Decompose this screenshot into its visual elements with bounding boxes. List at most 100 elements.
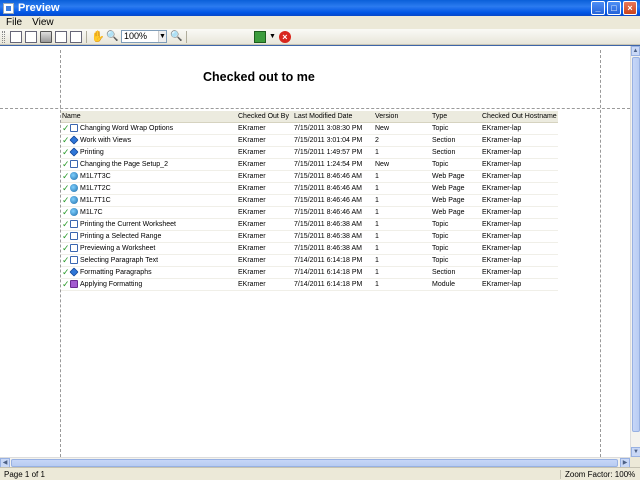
table-cell: EKramer xyxy=(237,134,293,147)
table-cell: EKramer-lap xyxy=(481,218,558,231)
zoom-factor: Zoom Factor: 100% xyxy=(560,469,635,479)
title-bar[interactable]: Preview _ □ × xyxy=(0,0,640,16)
table-cell: EKramer-lap xyxy=(481,230,558,243)
zoom-in-icon[interactable]: 🔍 xyxy=(170,31,182,43)
checkmark-icon: ✓ xyxy=(62,170,70,181)
item-name: Changing the Page Setup_2 xyxy=(80,160,168,168)
column-header: Checked Out Hostname xyxy=(481,111,558,123)
checkmark-icon: ✓ xyxy=(62,182,70,193)
horizontal-scroll-thumb[interactable] xyxy=(11,459,618,467)
table-cell: EKramer-lap xyxy=(481,278,558,291)
report-table: Name Checked Out By Last Modified Date V… xyxy=(61,111,558,291)
checkmark-icon: ✓ xyxy=(62,194,70,205)
table-cell: Web Page xyxy=(431,170,481,183)
table-cell: 7/14/2011 6:14:18 PM xyxy=(293,254,374,267)
topic-icon xyxy=(70,232,78,240)
table-cell: EKramer xyxy=(237,122,293,135)
table-cell: 7/15/2011 8:46:46 AM xyxy=(293,194,374,207)
table-cell: Topic xyxy=(431,158,481,171)
vertical-scrollbar[interactable]: ▲ ▼ xyxy=(630,46,640,457)
table-cell: EKramer-lap xyxy=(481,122,558,135)
zoom-select[interactable]: 100% ▼ xyxy=(121,30,167,43)
section-icon xyxy=(69,135,79,145)
checkmark-icon: ✓ xyxy=(62,278,70,289)
item-name: Printing a Selected Range xyxy=(80,232,162,240)
page-icon[interactable] xyxy=(55,30,67,43)
topic-icon xyxy=(70,244,78,252)
item-name: Applying Formatting xyxy=(80,280,143,288)
table-cell: New xyxy=(374,122,431,135)
toolbar-grip[interactable] xyxy=(2,30,5,43)
table-row[interactable]: ✓ Formatting Paragraphs EKramer 7/14/2011 6… xyxy=(61,266,558,279)
minimize-button[interactable]: _ xyxy=(591,1,605,15)
maximize-button[interactable]: □ xyxy=(607,1,621,15)
scroll-down-icon[interactable]: ▼ xyxy=(631,447,640,457)
table-cell: 1 xyxy=(374,218,431,231)
topic-icon xyxy=(70,160,78,168)
table-cell: EKramer-lap xyxy=(481,134,558,147)
close-preview-icon[interactable]: × xyxy=(278,30,291,43)
print-icon[interactable] xyxy=(40,30,52,43)
chevron-down-icon[interactable]: ▼ xyxy=(158,31,166,42)
table-row[interactable]: ✓ Selecting Paragraph Text EKramer 7/14/201… xyxy=(61,254,558,267)
checkmark-icon: ✓ xyxy=(62,134,70,145)
table-row[interactable]: ✓ Printing the Current Worksheet EKramer 7/… xyxy=(61,218,558,231)
table-row[interactable]: ✓ Work with Views EKramer 7/15/2011 3:01:04… xyxy=(61,134,558,147)
export-icon[interactable] xyxy=(254,30,266,43)
menu-view[interactable]: View xyxy=(32,17,54,28)
page-setup-icon[interactable] xyxy=(10,30,22,43)
table-row[interactable]: ✓ Changing Word Wrap Options EKramer 7/15/2… xyxy=(61,122,558,135)
table-cell: Topic xyxy=(431,218,481,231)
table-cell: 1 xyxy=(374,230,431,243)
table-cell: EKramer-lap xyxy=(481,194,558,207)
table-cell: EKramer xyxy=(237,242,293,255)
item-name: M1L7T2C xyxy=(80,184,111,192)
multi-page-icon[interactable] xyxy=(70,30,82,43)
item-name: Selecting Paragraph Text xyxy=(80,256,159,264)
table-row[interactable]: ✓ M1L7C EKramer 7/15/2011 8:46:46 AM 1 Web Pa… xyxy=(61,206,558,219)
web-icon xyxy=(70,172,78,180)
table-cell: Topic xyxy=(431,122,481,135)
table-cell: 7/15/2011 8:46:38 AM xyxy=(293,242,374,255)
checkmark-icon: ✓ xyxy=(62,266,70,277)
table-cell: 7/15/2011 3:08:30 PM xyxy=(293,122,374,135)
table-cell: EKramer xyxy=(237,266,293,279)
table-cell: 1 xyxy=(374,242,431,255)
table-row[interactable]: ✓ Printing a Selected Range EKramer 7/15/20… xyxy=(61,230,558,243)
table-row[interactable]: ✓ Changing the Page Setup_2 EKramer 7/15/20… xyxy=(61,158,558,171)
scroll-up-icon[interactable]: ▲ xyxy=(631,46,640,56)
export-dropdown-icon[interactable]: ▼ xyxy=(269,33,276,40)
table-cell: Section xyxy=(431,266,481,279)
section-icon xyxy=(69,267,79,277)
close-button[interactable]: × xyxy=(623,1,637,15)
item-name: Changing Word Wrap Options xyxy=(80,124,174,132)
table-row[interactable]: ✓ M1L7T2C EKramer 7/15/2011 8:46:46 AM 1 Web … xyxy=(61,182,558,195)
table-cell: Web Page xyxy=(431,206,481,219)
menu-file[interactable]: File xyxy=(6,17,22,28)
column-header: Last Modified Date xyxy=(293,111,374,123)
table-row[interactable]: ✓ M1L7T1C EKramer 7/15/2011 8:46:46 AM 1 Web … xyxy=(61,194,558,207)
column-header: Type xyxy=(431,111,481,123)
table-row[interactable]: ✓ Applying Formatting EKramer 7/14/2011 6:1… xyxy=(61,278,558,291)
zoom-out-icon[interactable]: 🔍 xyxy=(106,31,118,43)
web-icon xyxy=(70,196,78,204)
hand-icon[interactable]: ✋ xyxy=(91,31,105,43)
table-cell: 1 xyxy=(374,194,431,207)
table-row[interactable]: ✓ Previewing a Worksheet EKramer 7/15/2011 … xyxy=(61,242,558,255)
open-icon[interactable] xyxy=(25,30,37,43)
checkmark-icon: ✓ xyxy=(62,242,70,253)
table-row[interactable]: ✓ M1L7T3C EKramer 7/15/2011 8:46:46 AM 1 Web … xyxy=(61,170,558,183)
table-cell: Web Page xyxy=(431,194,481,207)
table-cell: 7/15/2011 8:46:46 AM xyxy=(293,170,374,183)
table-cell: EKramer xyxy=(237,146,293,159)
table-cell: EKramer-lap xyxy=(481,242,558,255)
table-cell: 1 xyxy=(374,254,431,267)
item-name: Previewing a Worksheet xyxy=(80,244,156,252)
preview-window: Preview _ □ × File View ✋ 🔍 100% ▼ 🔍 ▼ × xyxy=(0,0,640,480)
horizontal-scrollbar[interactable]: ◀ ▶ xyxy=(0,457,630,468)
table-cell: 7/15/2011 8:46:46 AM xyxy=(293,206,374,219)
topic-icon xyxy=(70,124,78,132)
table-cell: EKramer-lap xyxy=(481,266,558,279)
vertical-scroll-thumb[interactable] xyxy=(632,57,640,432)
table-row[interactable]: ✓ Printing EKramer 7/15/2011 1:49:57 PM 1 Sec… xyxy=(61,146,558,159)
